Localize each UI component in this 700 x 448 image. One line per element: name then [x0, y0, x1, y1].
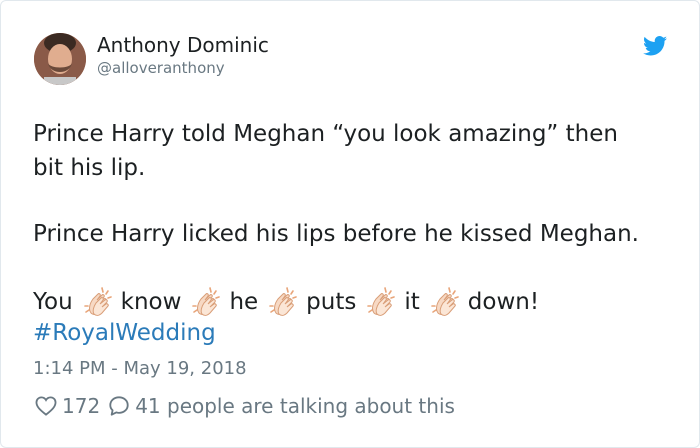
clapping-hands-icon [190, 286, 222, 318]
talking-count-text: 41 people are talking about this [135, 394, 455, 418]
tweet-word: puts [306, 289, 357, 315]
like-button[interactable]: 172 [35, 394, 100, 418]
tweet-word: know [120, 289, 182, 315]
like-count: 172 [62, 394, 101, 418]
clapping-hands-icon [429, 286, 461, 318]
author-handle[interactable]: @alloveranthony [97, 59, 225, 77]
user-avatar [34, 33, 86, 85]
avatar[interactable] [34, 33, 86, 85]
tweet-card: Anthony Dominic @alloveranthony Prince H… [0, 0, 700, 448]
clapping-hands-icon [365, 286, 397, 318]
tweet-word: it [404, 289, 420, 315]
tweet-word: he [229, 289, 259, 315]
clapping-hands-icon [267, 286, 299, 318]
tweet-text-line-3: Prince Harry licked his lips before he k… [33, 221, 639, 247]
hashtag-link[interactable]: #RoyalWedding [33, 320, 216, 346]
tweet-word: You [33, 289, 73, 315]
tweet-text-line-4: You know he puts it down! [33, 286, 539, 318]
tweet-word: down! [467, 289, 540, 315]
conversation-link[interactable]: 41 people are talking about this [108, 394, 455, 418]
speech-bubble-icon [109, 396, 129, 416]
clapping-hands-icon [82, 286, 114, 318]
tweet-timestamp[interactable]: 1:14 PM - May 19, 2018 [33, 358, 247, 379]
tweet-actions: 172 41 people are talking about this [35, 394, 455, 418]
tweet-text-line-2: bit his lip. [33, 155, 146, 181]
author-name[interactable]: Anthony Dominic [97, 33, 269, 57]
heart-icon [35, 396, 57, 416]
tweet-text-line-1: Prince Harry told Meghan “you look amazi… [33, 121, 618, 147]
twitter-bird-icon[interactable] [643, 36, 667, 56]
